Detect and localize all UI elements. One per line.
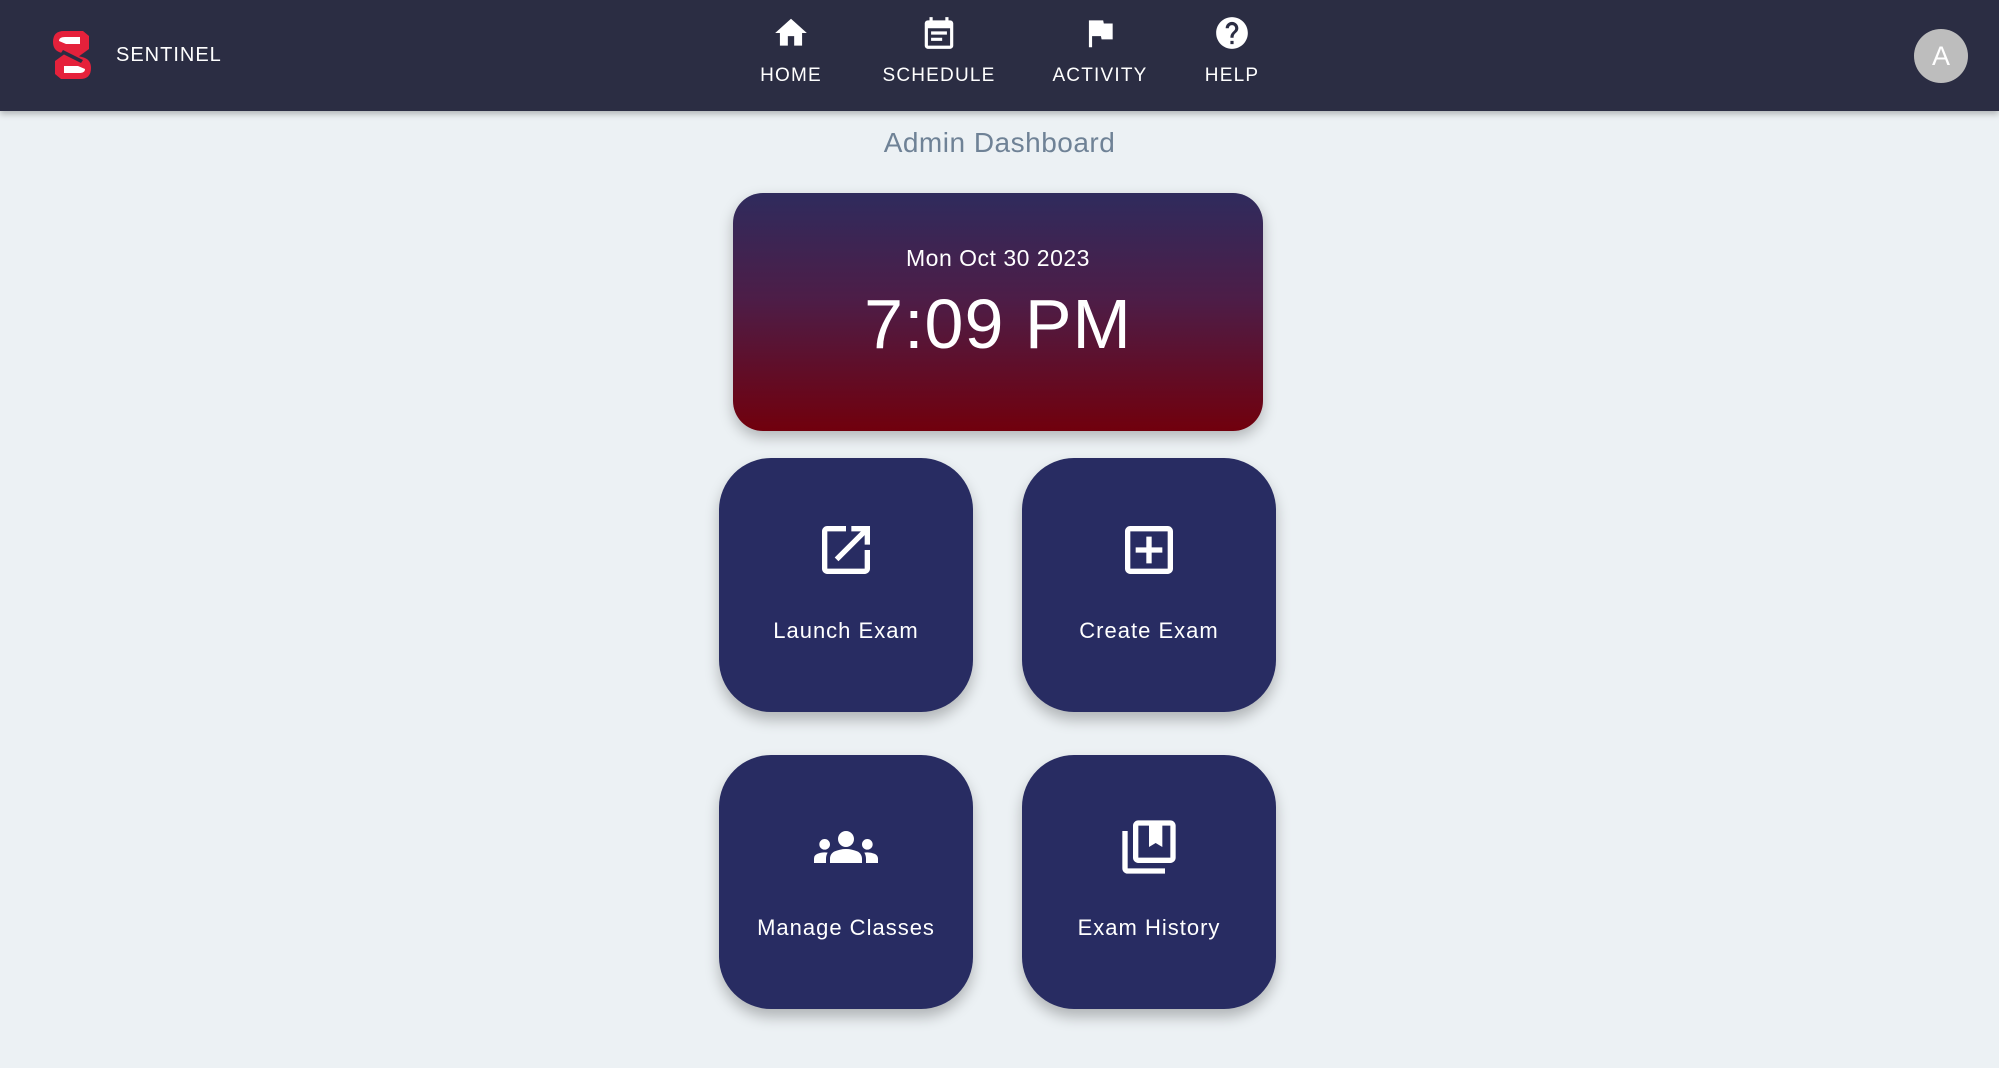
nav-schedule[interactable]: SCHEDULE: [869, 14, 1009, 94]
library-books-icon: [1122, 820, 1176, 874]
nav-home[interactable]: HOME: [721, 14, 861, 94]
nav-help-label: HELP: [1204, 65, 1260, 86]
user-avatar[interactable]: A: [1914, 29, 1968, 83]
external-link-icon: [822, 526, 870, 574]
manage-classes-label: Manage Classes: [757, 915, 935, 940]
current-time: 7:09 PM: [864, 285, 1132, 363]
nav-home-label: HOME: [760, 65, 822, 86]
launch-exam-label: Launch Exam: [773, 618, 919, 643]
add-box-icon: [1125, 526, 1173, 574]
nav-activity-label: ACTIVITY: [1052, 65, 1148, 86]
exam-history-label: Exam History: [1077, 915, 1221, 940]
help-circle-icon: [1216, 17, 1248, 49]
nav-schedule-label: SCHEDULE: [882, 65, 996, 86]
calendar-icon: [924, 17, 954, 49]
avatar-initial: A: [1931, 40, 1950, 71]
exam-history-button[interactable]: Exam History: [1022, 755, 1276, 1009]
nav-activity[interactable]: ACTIVITY: [1030, 14, 1170, 94]
groups-icon: [814, 831, 878, 863]
main-nav: HOME SCHEDULE ACTIVITY HELP: [0, 14, 1999, 94]
page-title: Admin Dashboard: [883, 127, 1116, 158]
launch-exam-button[interactable]: Launch Exam: [719, 458, 973, 712]
home-icon: [775, 18, 807, 46]
create-exam-label: Create Exam: [1079, 618, 1219, 643]
nav-help[interactable]: HELP: [1162, 14, 1302, 94]
date-time-card: Mon Oct 30 2023 7:09 PM: [733, 193, 1263, 431]
top-navbar: SENTINEL HOME SCHEDULE ACTIVITY HELP A: [0, 0, 1999, 111]
manage-classes-button[interactable]: Manage Classes: [719, 755, 973, 1009]
current-date: Mon Oct 30 2023: [906, 245, 1090, 271]
create-exam-button[interactable]: Create Exam: [1022, 458, 1276, 712]
flag-icon: [1088, 20, 1113, 48]
